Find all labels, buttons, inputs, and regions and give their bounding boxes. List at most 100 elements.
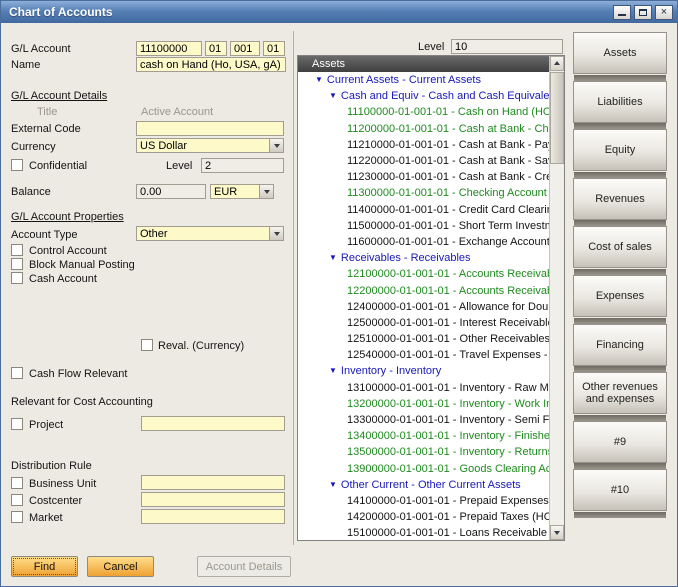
tree-account-row[interactable]: 11300000-01-001-01 - Checking Account Cl… (299, 185, 549, 201)
title-option-label: Title (37, 106, 57, 119)
tree-account-row[interactable]: 12100000-01-001-01 - Accounts Receivable… (299, 266, 549, 282)
find-button[interactable]: Find (11, 556, 78, 577)
gl-account-segment-1[interactable] (136, 41, 202, 56)
costcenter-input[interactable] (141, 492, 285, 507)
business-unit-checkbox[interactable] (11, 477, 23, 489)
block-manual-posting-checkbox[interactable] (11, 258, 23, 270)
tree-category-row[interactable]: ▼Inventory - Inventory (299, 363, 549, 379)
drawer-button-revenues[interactable]: Revenues (573, 178, 667, 220)
drawer-button-cost-of-sales[interactable]: Cost of sales (573, 226, 667, 268)
name-input[interactable] (136, 57, 286, 72)
drawer-button-liabilities[interactable]: Liabilities (573, 81, 667, 123)
collapse-arrow-icon[interactable]: ▼ (315, 75, 323, 85)
gl-account-segment-2[interactable] (205, 41, 227, 56)
tree-account-row[interactable]: 11600000-01-001-01 - Exchange Account (H (299, 234, 549, 250)
cash-flow-relevant-checkbox[interactable] (11, 367, 23, 379)
cancel-button[interactable]: Cancel (87, 556, 154, 577)
tree-account-row[interactable]: 12500000-01-001-01 - Interest Receivable… (299, 315, 549, 331)
tree-account-row[interactable]: 14100000-01-001-01 - Prepaid Expenses (H… (299, 493, 549, 509)
tree-account-row[interactable]: 13900000-01-001-01 - Goods Clearing Acco… (299, 461, 549, 477)
drawer-button-financing[interactable]: Financing (573, 324, 667, 366)
currency-dropdown-button[interactable] (269, 139, 283, 152)
drawer-button-assets[interactable]: Assets (573, 32, 667, 74)
confidential-checkbox[interactable] (11, 159, 23, 171)
costcenter-checkbox[interactable] (11, 494, 23, 506)
tree-account-row[interactable]: 12540000-01-001-01 - Travel Expenses - A… (299, 347, 549, 363)
project-input[interactable] (141, 416, 285, 431)
tree-scrollbar[interactable] (549, 56, 564, 540)
tree-item-label: 12400000-01-001-01 - Allowance for Doubt… (347, 301, 549, 313)
drawer-cell: Other revenues and expenses (573, 372, 667, 421)
control-account-checkbox[interactable] (11, 244, 23, 256)
tree-category-row[interactable]: ▼Current Assets - Current Assets (299, 72, 549, 88)
balance-input[interactable] (136, 184, 206, 199)
tree-account-row[interactable]: 13200000-01-001-01 - Inventory - Work In (299, 396, 549, 412)
drawer-cell: Assets (573, 32, 667, 81)
scroll-down-button[interactable] (550, 525, 564, 540)
business-unit-input[interactable] (141, 475, 285, 490)
account-type-dropdown-button[interactable] (269, 227, 283, 240)
drawer-button-other-revenues-and-expenses[interactable]: Other revenues and expenses (573, 372, 667, 414)
market-checkbox[interactable] (11, 511, 23, 523)
tree-item-label: 12100000-01-001-01 - Accounts Receivable… (347, 268, 549, 280)
collapse-arrow-icon[interactable]: ▼ (329, 253, 337, 263)
tree-account-row[interactable]: 12510000-01-001-01 - Other Receivables (… (299, 331, 549, 347)
market-label: Market (29, 512, 63, 525)
tree-account-row[interactable]: 11400000-01-001-01 - Credit Card Clearin… (299, 202, 549, 218)
tree-account-row[interactable]: 11200000-01-001-01 - Cash at Bank - Chec… (299, 121, 549, 137)
drawer-button-expenses[interactable]: Expenses (573, 275, 667, 317)
gl-account-segment-3[interactable] (230, 41, 260, 56)
collapse-arrow-icon[interactable]: ▼ (329, 91, 337, 101)
balance-currency-dropdown-button[interactable] (259, 185, 273, 198)
panel-divider (293, 31, 294, 545)
tree-account-row[interactable]: 13100000-01-001-01 - Inventory - Raw Mat… (299, 380, 549, 396)
minimize-button[interactable] (613, 5, 631, 20)
tree-account-row[interactable]: 11220000-01-001-01 - Cash at Bank - Savi… (299, 153, 549, 169)
gl-account-segment-4[interactable] (263, 41, 285, 56)
tree-category-row[interactable]: ▼Receivables - Receivables (299, 250, 549, 266)
level-input[interactable] (201, 158, 284, 173)
tree-account-row[interactable]: 13500000-01-001-01 - Inventory - Returns… (299, 444, 549, 460)
tree-account-row[interactable]: 13300000-01-001-01 - Inventory - Semi Fi… (299, 412, 549, 428)
account-details-button[interactable]: Account Details (197, 556, 291, 577)
tree-level-input[interactable] (451, 39, 563, 54)
external-code-input[interactable] (136, 121, 284, 136)
scrollbar-thumb[interactable] (550, 72, 564, 164)
tree-category-row[interactable]: ▼Cash and Equiv - Cash and Cash Equivale… (299, 88, 549, 104)
currency-select[interactable]: US Dollar (136, 138, 284, 153)
tree-account-row[interactable]: 15100000-01-001-01 - Loans Receivable - … (299, 525, 549, 539)
reval-currency-checkbox[interactable] (141, 339, 153, 351)
collapse-arrow-icon[interactable]: ▼ (329, 480, 337, 490)
drawer-button-9[interactable]: #9 (573, 421, 667, 463)
scroll-up-button[interactable] (550, 56, 564, 71)
project-checkbox[interactable] (11, 418, 23, 430)
balance-currency-select[interactable]: EUR (210, 184, 274, 199)
tree-account-row[interactable]: 12200000-01-001-01 - Accounts Receivable… (299, 282, 549, 298)
account-type-value: Other (137, 227, 269, 240)
drawer-button-equity[interactable]: Equity (573, 129, 667, 171)
tree-account-row[interactable]: 11100000-01-001-01 - Cash on Hand (HO, U (299, 104, 549, 120)
close-button[interactable]: × (655, 5, 673, 20)
drawer-cell: #10 (573, 469, 667, 518)
tree-account-row[interactable]: 12400000-01-001-01 - Allowance for Doubt… (299, 299, 549, 315)
drawer-cell: #9 (573, 421, 667, 470)
tree-category-row[interactable]: ▼Other Current - Other Current Assets (299, 477, 549, 493)
cash-account-checkbox[interactable] (11, 272, 23, 284)
restore-icon (639, 9, 647, 16)
collapse-arrow-icon[interactable]: ▼ (329, 366, 337, 376)
close-icon: × (661, 7, 667, 18)
tree-item-label: 12200000-01-001-01 - Accounts Receivable… (347, 285, 549, 297)
account-type-select[interactable]: Other (136, 226, 284, 241)
market-input[interactable] (141, 509, 285, 524)
project-label: Project (29, 419, 63, 432)
tree-account-row[interactable]: 11230000-01-001-01 - Cash at Bank - Cred… (299, 169, 549, 185)
tree-account-row[interactable]: 13400000-01-001-01 - Inventory - Finishe… (299, 428, 549, 444)
tree-level-label: Level (418, 41, 444, 54)
cost-accounting-header: Relevant for Cost Accounting (11, 396, 153, 409)
restore-button[interactable] (634, 5, 652, 20)
tree-account-row[interactable]: 11500000-01-001-01 - Short Term Investme… (299, 218, 549, 234)
tree-account-row[interactable]: 14200000-01-001-01 - Prepaid Taxes (HO, … (299, 509, 549, 525)
tree-account-row[interactable]: 11210000-01-001-01 - Cash at Bank - Payr… (299, 137, 549, 153)
drawer-button-10[interactable]: #10 (573, 469, 667, 511)
tree-item-label: 11100000-01-001-01 - Cash on Hand (HO, U (347, 106, 549, 118)
